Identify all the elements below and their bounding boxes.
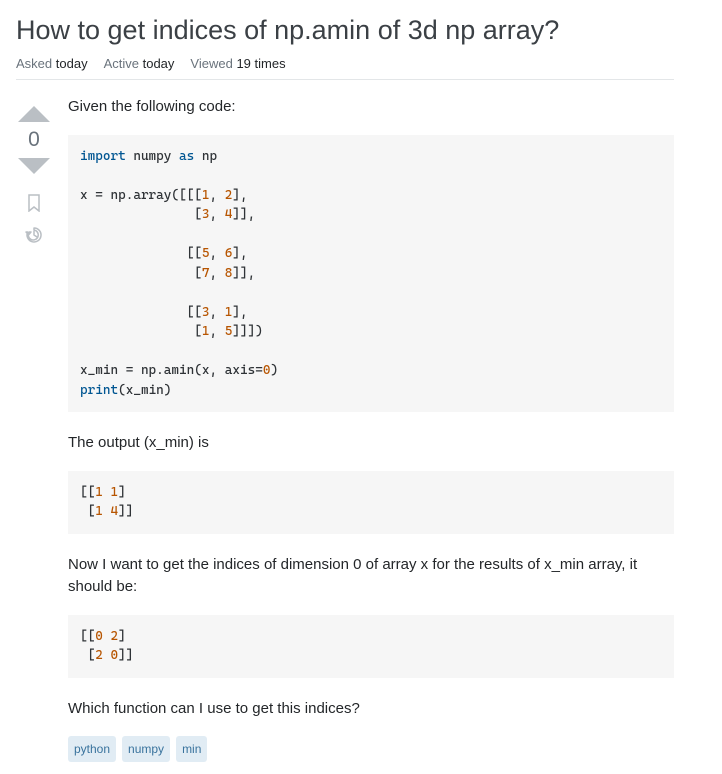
tag[interactable]: python [68, 736, 116, 762]
body-paragraph: Given the following code: [68, 96, 674, 119]
question-title: How to get indices of np.amin of 3d np a… [16, 12, 674, 48]
vote-column: 0 [16, 96, 52, 762]
meta-viewed-label: Viewed [190, 56, 232, 71]
question-meta: Asked today Active today Viewed 19 times [16, 56, 674, 80]
post-body: Given the following code: import numpy a… [68, 96, 674, 762]
bookmark-button[interactable] [16, 190, 52, 216]
body-paragraph: Now I want to get the indices of dimensi… [68, 554, 674, 599]
meta-active-value: today [143, 56, 175, 71]
body-paragraph: The output (x_min) is [68, 432, 674, 455]
meta-viewed-value: 19 times [236, 56, 285, 71]
vote-count: 0 [28, 128, 40, 152]
body-paragraph: Which function can I use to get this ind… [68, 698, 674, 721]
tag[interactable]: min [176, 736, 207, 762]
code-output: [[0 2] [2 0]] [68, 615, 674, 678]
tag[interactable]: numpy [122, 736, 170, 762]
code-block: import numpy as np x = np.array([[[1, 2]… [68, 135, 674, 413]
history-button[interactable] [16, 222, 52, 248]
tags-row: python numpy min [68, 736, 674, 762]
meta-asked: Asked today [16, 56, 88, 71]
meta-asked-value: today [56, 56, 88, 71]
meta-active: Active today [104, 56, 175, 71]
post-layout: 0 Given the following code: import numpy… [16, 96, 674, 762]
meta-active-label: Active [104, 56, 139, 71]
meta-viewed: Viewed 19 times [190, 56, 285, 71]
code-output: [[1 1] [1 4]] [68, 471, 674, 534]
meta-asked-label: Asked [16, 56, 52, 71]
upvote-button[interactable] [16, 96, 52, 122]
downvote-button[interactable] [16, 158, 52, 184]
